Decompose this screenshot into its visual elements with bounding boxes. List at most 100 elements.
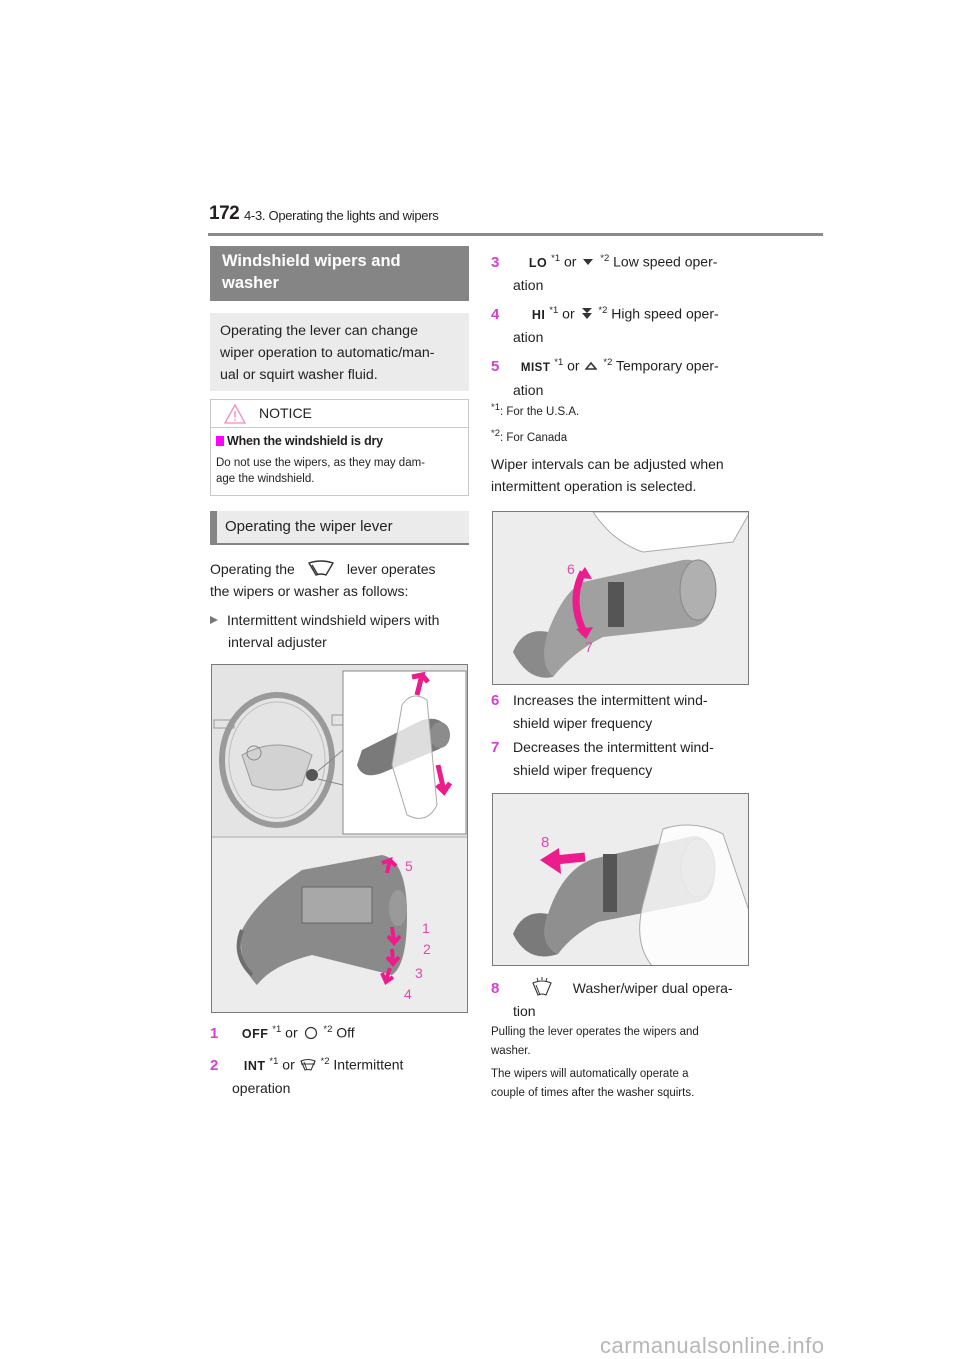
callout-5: 5 (405, 858, 413, 874)
footnote-mark: *2 (491, 428, 500, 439)
item-description: shield wiper frequency (513, 762, 653, 778)
callout-2: 2 (423, 941, 431, 957)
bullet-text: interval adjuster (228, 634, 327, 650)
notice-label: NOTICE (259, 405, 312, 421)
section-title: 4-3. Operating the lights and wipers (244, 208, 439, 223)
washer-note-1: Pulling the lever operates the wipers an… (491, 1023, 761, 1061)
footnote-ref: *1 (272, 1024, 282, 1035)
item-description: tion (513, 1003, 536, 1019)
paragraph-line: intermittent operation is selected. (491, 478, 697, 494)
callout-6: 6 (567, 561, 575, 577)
lever-illustration: 5 1 2 3 4 (212, 665, 467, 1012)
item-code: OFF (241, 1026, 269, 1041)
item-description: Temporary oper- (616, 357, 719, 374)
item-description: shield wiper frequency (513, 715, 653, 731)
single-down-triangle-icon (583, 258, 594, 265)
item-description: Intermittent (333, 1056, 404, 1073)
item-mist: 5 MIST *1 or *2 Temporary oper- ation (491, 352, 761, 401)
bullet-triangle-icon (210, 616, 218, 624)
item-description: Decreases the intermittent wind- (513, 739, 714, 755)
footnote-ref: *1 (554, 357, 564, 368)
or-text: or (567, 357, 580, 374)
item-description: ation (513, 276, 544, 293)
figure-washer-operation: 8 (492, 793, 749, 966)
up-triangle-icon (584, 361, 599, 370)
item-number: 3 (491, 253, 500, 271)
figure-interval-adjuster: 6 7 (492, 511, 749, 685)
item-description: Off (336, 1024, 355, 1041)
magenta-square-icon (216, 436, 224, 446)
item-description: Low speed oper- (613, 253, 718, 270)
wiper-icon (307, 560, 334, 576)
note-line: couple of times after the washer squirts… (491, 1087, 695, 1099)
callout-1: 1 (422, 920, 430, 936)
bullet-item: Intermittent windshield wipers with inte… (210, 609, 470, 653)
intro-line: ual or squirt washer fluid. (220, 367, 378, 383)
item-code: HI (531, 307, 546, 322)
item-description: ation (513, 328, 544, 345)
item-number: 6 (491, 692, 500, 709)
footnote-text: : For Canada (499, 431, 568, 444)
footnote-ref: *2 (603, 357, 613, 368)
intro-line: wiper operation to automatic/man- (220, 345, 435, 361)
warning-triangle-icon (224, 404, 246, 424)
para-text: lever operates (346, 561, 436, 577)
item-int: 2 INT *1 or *2 Intermittent operation (210, 1051, 470, 1099)
item-off: 1 OFF *1 or *2 Off (210, 1019, 470, 1045)
footnote-ref: *2 (598, 305, 608, 316)
item-number: 2 (210, 1056, 219, 1074)
watermark: carmanualsonline.info (600, 1333, 825, 1358)
item-description: Increases the intermittent wind- (513, 692, 708, 708)
item-number: 1 (210, 1024, 219, 1042)
washer-illustration: 8 (493, 794, 748, 965)
main-heading-line1: Windshield wipers and (222, 252, 401, 270)
item-increase: 6 Increases the intermittent wind- shield… (491, 689, 761, 734)
figure-wiper-lever-overview: 5 1 2 3 4 (211, 664, 468, 1013)
bullet-text: Intermittent windshield wipers with (227, 612, 440, 628)
item-description: Washer/wiper dual opera- (572, 980, 733, 996)
item-number: 4 (491, 305, 500, 323)
note-line: Pulling the lever operates the wipers an… (491, 1026, 699, 1038)
or-text: or (282, 1056, 295, 1073)
notice-text-line: age the windshield. (216, 473, 315, 485)
lever-paragraph: Operating the lever operates the wipers … (210, 558, 470, 602)
item-description: High speed oper- (611, 305, 719, 322)
footnote-ref: *2 (323, 1024, 333, 1035)
item-washer: 8 Washer/wiper dual opera- tion (491, 977, 761, 1022)
item-number: 5 (491, 357, 500, 375)
notice-header: NOTICE (211, 400, 468, 428)
washer-note-2: The wipers will automatically operate a … (491, 1065, 761, 1103)
callout-8: 8 (541, 834, 549, 851)
intro-summary-box: Operating the lever can change wiper ope… (210, 313, 469, 391)
callout-4: 4 (404, 986, 412, 1002)
interval-paragraph: Wiper intervals can be adjusted when int… (491, 453, 761, 497)
footnote-ref: *1 (549, 305, 559, 316)
footnote-ref: *1 (269, 1056, 279, 1067)
item-hi: 4 HI *1 or *2 High speed oper- ation (491, 300, 761, 348)
item-number: 8 (491, 980, 500, 997)
header-divider (208, 233, 823, 236)
circle-icon (304, 1026, 317, 1039)
page-number: 172 (209, 203, 240, 224)
main-heading-line2: washer (222, 274, 279, 292)
para-text: Operating the (210, 561, 295, 577)
item-code: MIST (520, 361, 551, 374)
or-text: or (285, 1024, 298, 1041)
item-lo: 3 LO *1 or *2 Low speed oper- ation (491, 248, 761, 296)
notice-box: NOTICE When the windshield is dry Do not… (210, 399, 469, 496)
notice-subheading-text: When the windshield is dry (227, 434, 383, 448)
note-line: washer. (491, 1045, 531, 1057)
or-text: or (562, 305, 575, 322)
main-heading: Windshield wipers and washer (210, 246, 469, 301)
footnote-canada: *2: For Canada (491, 428, 567, 444)
item-description: operation (232, 1079, 291, 1096)
sub-heading: Operating the wiper lever (210, 511, 469, 545)
footnote-ref: *2 (600, 253, 610, 264)
notice-text-line: Do not use the wipers, as they may dam- (216, 457, 426, 469)
intermittent-wiper-icon (299, 1058, 316, 1071)
or-text: or (564, 253, 577, 270)
footnote-usa: *1: For the U.S.A. (491, 402, 579, 418)
washer-wiper-icon (532, 977, 552, 996)
note-line: The wipers will automatically operate a (491, 1068, 689, 1080)
footnote-text: : For the U.S.A. (499, 405, 580, 418)
